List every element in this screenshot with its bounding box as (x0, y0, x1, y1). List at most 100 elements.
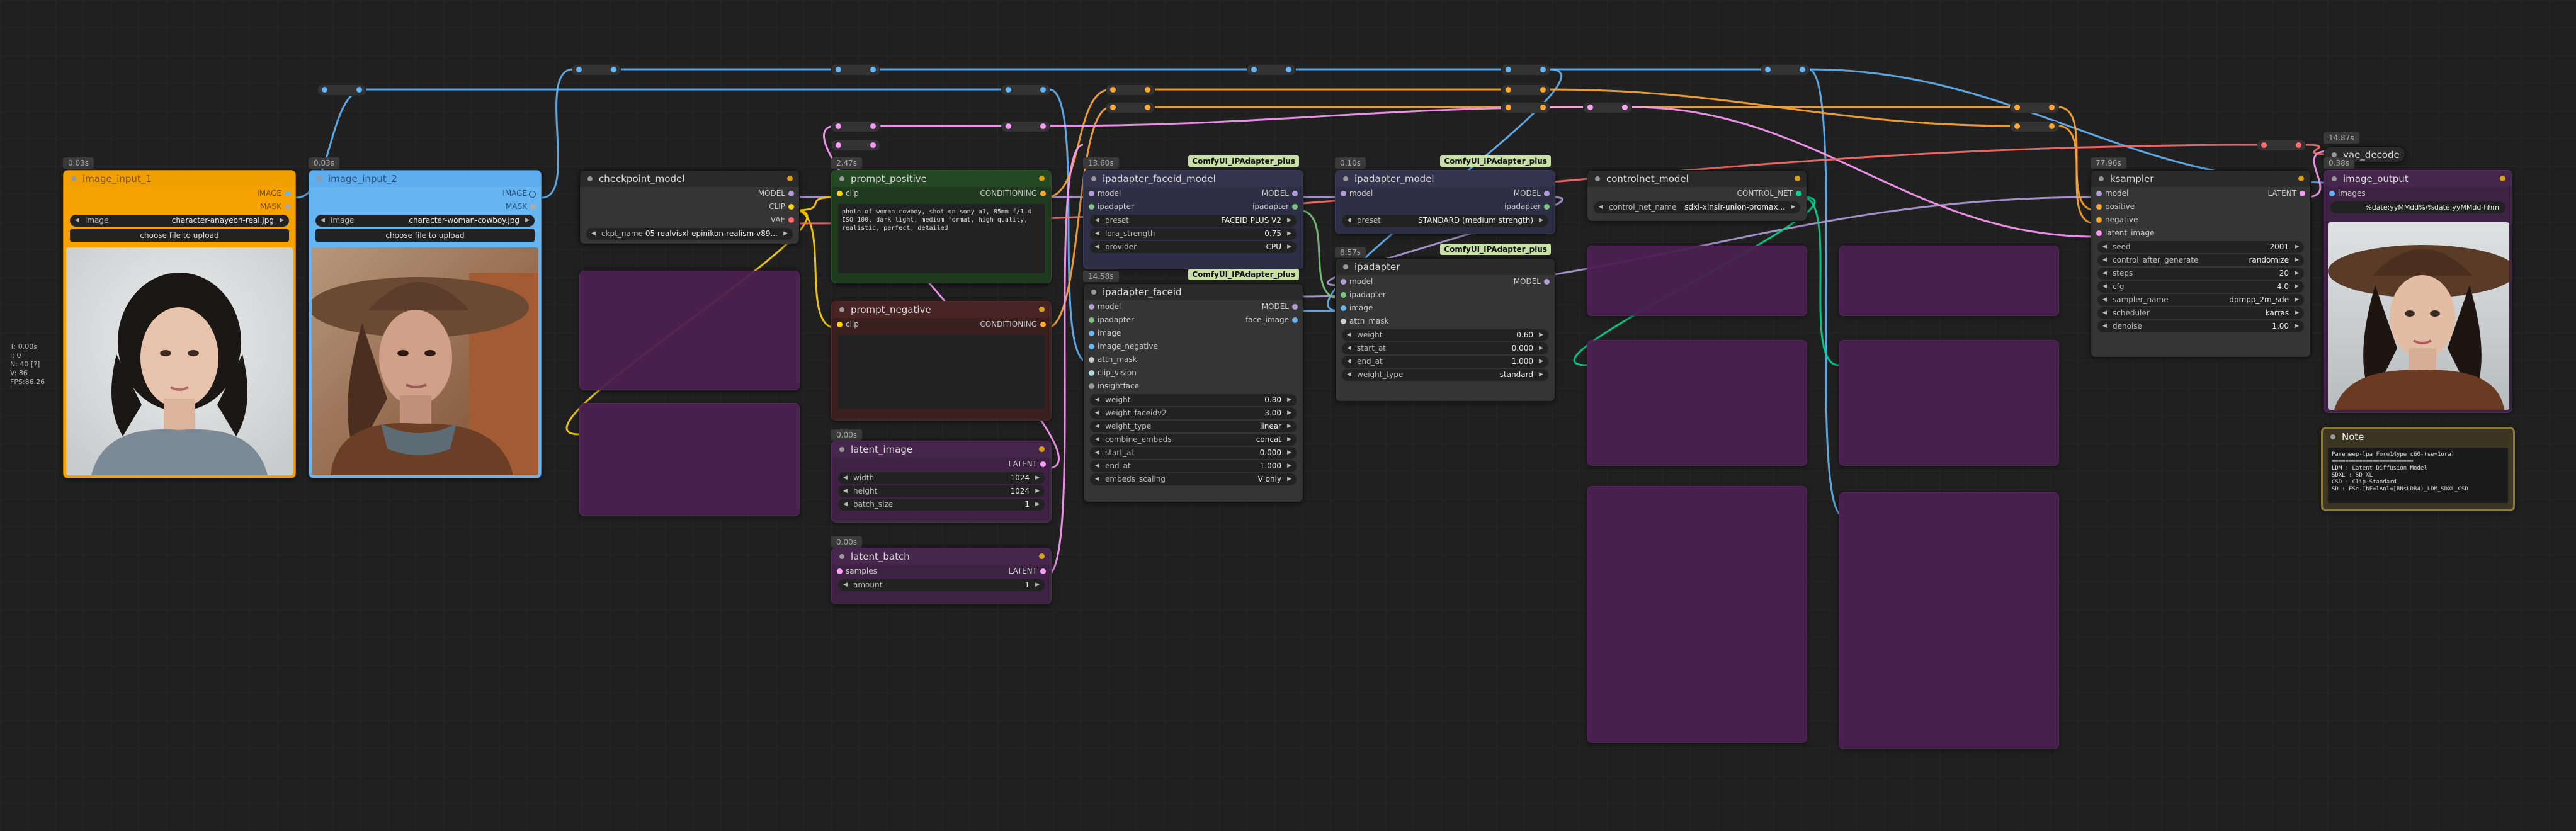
input-socket[interactable] (1089, 357, 1094, 363)
output-socket[interactable] (1544, 204, 1550, 210)
output-socket[interactable] (788, 217, 794, 223)
arrow-right-icon[interactable]: ▶ (1035, 485, 1040, 497)
arrow-left-icon[interactable]: ◀ (321, 215, 325, 227)
output-socket[interactable] (1040, 322, 1046, 327)
reroute-node[interactable] (1001, 121, 1050, 132)
arrow-right-icon[interactable]: ▶ (1287, 215, 1291, 227)
bypassed-controlnet-apply-node[interactable] (1587, 340, 1807, 466)
arrow-right-icon[interactable]: ▶ (1035, 579, 1040, 591)
positive-prompt-node[interactable]: prompt_positive clip CONDITIONING photo o… (831, 170, 1052, 283)
arrow-left-icon[interactable]: ◀ (1095, 460, 1099, 472)
reroute-node[interactable] (1247, 64, 1296, 76)
output-socket[interactable] (1292, 317, 1298, 323)
reroute-node[interactable] (1001, 84, 1050, 96)
arrow-right-icon[interactable]: ▶ (1035, 499, 1040, 511)
input-socket[interactable] (1341, 319, 1346, 324)
image-selector[interactable]: ◀ image character-woman-cowboy.jpg ▶ (315, 215, 535, 227)
weight-type-selector[interactable]: ◀ weight_type standard ▶ (1342, 369, 1548, 381)
output-socket[interactable] (1544, 279, 1550, 285)
arrow-left-icon[interactable]: ◀ (1347, 356, 1351, 368)
arrow-right-icon[interactable]: ▶ (2295, 294, 2299, 306)
controlnet-loader-node[interactable]: controlnet_model CONTROL_NET ◀ control_ne… (1587, 170, 1807, 222)
reroute-node[interactable] (831, 121, 880, 132)
denoise-field[interactable]: ◀ denoise 1.00 ▶ (2097, 320, 2304, 332)
arrow-left-icon[interactable]: ◀ (1095, 228, 1099, 240)
arrow-right-icon[interactable]: ▶ (280, 215, 284, 227)
ipadapter-faceid-node[interactable]: ComfyUI_IPAdapter_plus ipadapter_faceid … (1083, 269, 1303, 502)
arrow-right-icon[interactable]: ▶ (1287, 394, 1291, 406)
input-socket[interactable] (1341, 292, 1346, 298)
weight-faceidv2-field[interactable]: ◀ weight_faceidv2 3.00 ▶ (1090, 407, 1297, 419)
bypassed-lora-node[interactable] (579, 271, 800, 390)
weight-field[interactable]: ◀ weight 0.80 ▶ (1090, 394, 1297, 406)
reroute-node[interactable] (2010, 121, 2059, 132)
output-socket[interactable] (1040, 568, 1046, 574)
ckpt-name-selector[interactable]: ◀ ckpt_name 05 realvisxl-epinikon-realism-… (586, 228, 793, 240)
reroute-node[interactable] (831, 64, 880, 76)
ipadapter-node[interactable]: ComfyUI_IPAdapter_plus ipadapter model MO… (1335, 244, 1555, 402)
load-image-node-1[interactable]: image_input_1 IMAGE MASK ◀ image character… (63, 170, 296, 478)
reroute-node[interactable] (2010, 102, 2059, 113)
bypassed-lora-node[interactable] (579, 403, 800, 516)
arrow-right-icon[interactable]: ▶ (1539, 342, 1543, 354)
input-socket[interactable] (1089, 191, 1094, 196)
end-at-field[interactable]: ◀ end_at 1.000 ▶ (1342, 356, 1548, 368)
reroute-node[interactable] (572, 64, 621, 76)
embeds-scaling-selector[interactable]: ◀ embeds_scaling V only ▶ (1090, 473, 1297, 485)
arrow-right-icon[interactable]: ▶ (1539, 329, 1543, 341)
arrow-left-icon[interactable]: ◀ (843, 485, 848, 497)
cfg-field[interactable]: ◀ cfg 4.0 ▶ (2097, 281, 2304, 293)
arrow-left-icon[interactable]: ◀ (2102, 268, 2107, 280)
arrow-left-icon[interactable]: ◀ (75, 215, 79, 227)
arrow-left-icon[interactable]: ◀ (1095, 421, 1099, 432)
prompt-textarea[interactable]: photo of woman cowboy, shot on sony a1, … (838, 204, 1045, 273)
reroute-node[interactable] (831, 140, 880, 151)
arrow-right-icon[interactable]: ▶ (1035, 472, 1040, 484)
arrow-right-icon[interactable]: ▶ (1539, 369, 1543, 381)
upload-button[interactable]: choose file to upload (315, 229, 535, 242)
input-socket[interactable] (1089, 204, 1094, 210)
arrow-right-icon[interactable]: ▶ (1287, 407, 1291, 419)
arrow-left-icon[interactable]: ◀ (1095, 215, 1099, 227)
reroute-node[interactable] (1106, 102, 1155, 113)
arrow-right-icon[interactable]: ▶ (1539, 215, 1543, 227)
arrow-right-icon[interactable]: ▶ (2295, 320, 2299, 332)
arrow-right-icon[interactable]: ▶ (1791, 201, 1795, 213)
upload-button[interactable]: choose file to upload (70, 229, 289, 242)
arrow-left-icon[interactable]: ◀ (843, 579, 848, 591)
arrow-left-icon[interactable]: ◀ (2102, 254, 2107, 266)
arrow-right-icon[interactable]: ▶ (1287, 473, 1291, 485)
output-socket[interactable] (1040, 461, 1046, 467)
arrow-right-icon[interactable]: ▶ (2295, 241, 2299, 253)
arrow-right-icon[interactable]: ▶ (1287, 241, 1291, 253)
bypassed-controlnet-apply-node[interactable] (1839, 340, 2059, 466)
latent-batch-node[interactable]: latent_batch samples LATENT ◀ amount 1 ▶ (831, 548, 1052, 604)
arrow-left-icon[interactable]: ◀ (1095, 434, 1099, 446)
image-selector[interactable]: ◀ image character-anayeon-real.jpg ▶ (70, 215, 289, 227)
reroute-node[interactable] (1501, 64, 1550, 76)
scheduler-selector[interactable]: ◀ scheduler karras ▶ (2097, 307, 2304, 319)
output-socket[interactable] (1040, 191, 1046, 196)
arrow-right-icon[interactable]: ▶ (1287, 228, 1291, 240)
arrow-left-icon[interactable]: ◀ (2102, 241, 2107, 253)
input-socket[interactable] (2096, 191, 2102, 196)
preset-selector[interactable]: ◀ preset STANDARD (medium strength) ▶ (1342, 215, 1548, 227)
reroute-node[interactable] (1761, 64, 1810, 76)
input-socket[interactable] (1089, 304, 1094, 310)
arrow-right-icon[interactable]: ▶ (2295, 268, 2299, 280)
output-socket[interactable] (285, 191, 290, 196)
arrow-right-icon[interactable]: ▶ (1287, 447, 1291, 459)
input-socket[interactable] (1089, 331, 1094, 336)
input-socket[interactable] (2096, 204, 2102, 210)
reroute-node[interactable] (1501, 102, 1550, 113)
provider-selector[interactable]: ◀ provider CPU ▶ (1090, 241, 1297, 253)
checkpoint-loader-node[interactable]: checkpoint_model MODEL CLIP VAE ◀ ckpt_na… (579, 170, 800, 244)
input-socket[interactable] (2096, 217, 2102, 223)
input-socket[interactable] (1341, 191, 1346, 196)
output-socket[interactable] (1292, 204, 1298, 210)
note-node[interactable]: Note Paremeep-lpa Fore14ype c60-(se=1ora… (2321, 427, 2515, 511)
batch-size-field[interactable]: ◀ batch_size 1 ▶ (838, 499, 1045, 511)
input-socket[interactable] (1089, 383, 1094, 389)
bypassed-preview-node[interactable] (1587, 486, 1807, 743)
arrow-left-icon[interactable]: ◀ (1599, 201, 1603, 213)
